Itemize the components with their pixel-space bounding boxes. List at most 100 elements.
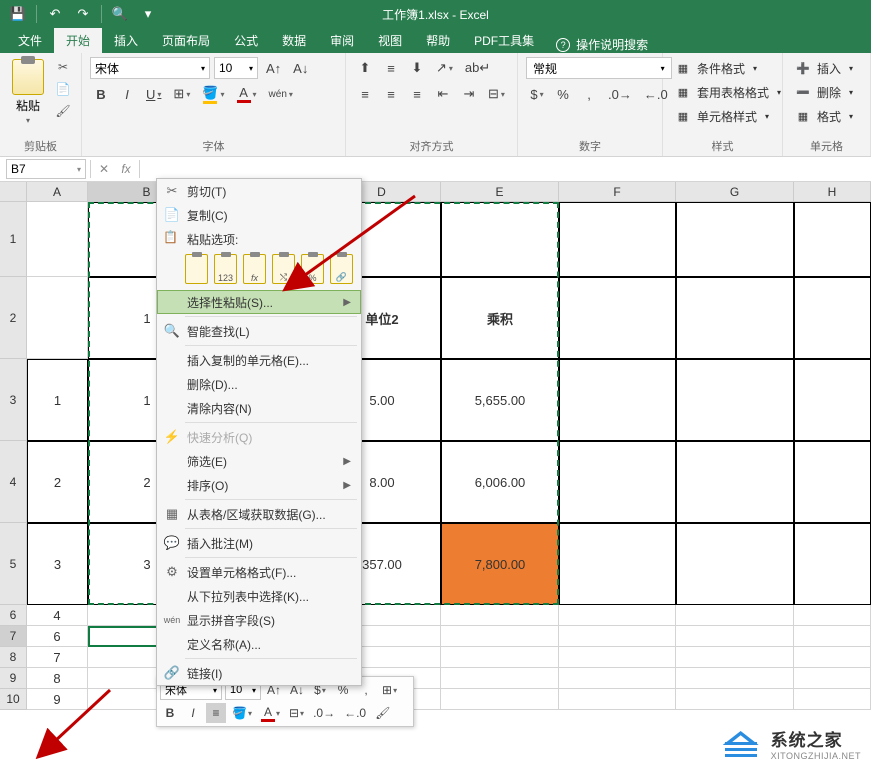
cell[interactable]: 6: [27, 626, 88, 647]
cell[interactable]: [441, 202, 559, 277]
cell[interactable]: [27, 277, 88, 359]
font-size-select[interactable]: 10▾: [214, 57, 258, 79]
cm-insert-copied[interactable]: 插入复制的单元格(E)...: [157, 348, 361, 372]
paste-opt-formulas[interactable]: fx: [243, 254, 266, 284]
mt-fill-color-icon[interactable]: 🪣: [229, 703, 255, 723]
tab-pdf[interactable]: PDF工具集: [462, 28, 546, 53]
tab-data[interactable]: 数据: [270, 28, 318, 53]
tab-formula[interactable]: 公式: [222, 28, 270, 53]
tab-help[interactable]: 帮助: [414, 28, 462, 53]
row-header-2[interactable]: 2: [0, 277, 27, 359]
row-header-6[interactable]: 6: [0, 605, 27, 626]
cell[interactable]: [559, 647, 676, 668]
mt-border-icon[interactable]: ⊞: [379, 680, 400, 700]
redo-icon[interactable]: ↷: [71, 3, 95, 25]
cm-sort[interactable]: 排序(O)▶: [157, 473, 361, 497]
cell[interactable]: [559, 523, 676, 605]
tab-layout[interactable]: 页面布局: [150, 28, 222, 53]
insert-cell-button[interactable]: ➕插入▾: [791, 57, 857, 79]
format-cell-button[interactable]: ▦格式▾: [791, 105, 857, 127]
comma-icon[interactable]: ,: [578, 83, 600, 105]
row-header-10[interactable]: 10: [0, 689, 27, 710]
cell[interactable]: [676, 626, 794, 647]
mt-format-painter-icon[interactable]: 🖌: [372, 703, 393, 723]
border-button[interactable]: ⊞: [169, 83, 194, 105]
name-box[interactable]: B7▾: [6, 159, 86, 179]
row-header-7[interactable]: 7: [0, 626, 27, 647]
cell[interactable]: [559, 202, 676, 277]
cm-paste-special[interactable]: 选择性粘贴(S)...▶: [157, 290, 361, 314]
cm-get-data[interactable]: ▦从表格/区域获取数据(G)...: [157, 502, 361, 526]
align-bottom-icon[interactable]: ⬇: [406, 57, 428, 79]
cell[interactable]: [441, 605, 559, 626]
cell[interactable]: 1: [27, 359, 88, 441]
col-header-H[interactable]: H: [794, 182, 871, 202]
cell[interactable]: 7: [27, 647, 88, 668]
mt-italic-button[interactable]: I: [183, 703, 203, 723]
copy-icon[interactable]: 📄: [52, 79, 74, 99]
cell[interactable]: [559, 359, 676, 441]
cell[interactable]: 3: [27, 523, 88, 605]
fill-color-button[interactable]: 🪣: [198, 83, 228, 105]
cell[interactable]: [676, 647, 794, 668]
align-top-icon[interactable]: ⬆: [354, 57, 376, 79]
cell[interactable]: [676, 668, 794, 689]
increase-font-icon[interactable]: A↑: [262, 57, 285, 79]
cell[interactable]: [676, 202, 794, 277]
merge-icon[interactable]: ⊟: [484, 83, 509, 105]
cut-icon[interactable]: ✂: [52, 57, 74, 77]
row-header-4[interactable]: 4: [0, 441, 27, 523]
save-icon[interactable]: 💾: [6, 3, 30, 25]
cm-cut[interactable]: ✂剪切(T): [157, 179, 361, 203]
italic-button[interactable]: I: [116, 83, 138, 105]
paste-button[interactable]: 粘贴 ▾: [8, 57, 48, 127]
mt-bold-button[interactable]: B: [160, 703, 180, 723]
cell[interactable]: [794, 668, 871, 689]
mt-inc-decimal-icon[interactable]: .0→: [310, 703, 338, 723]
tab-insert[interactable]: 插入: [102, 28, 150, 53]
cell[interactable]: [794, 626, 871, 647]
cell[interactable]: [794, 441, 871, 523]
cell[interactable]: [676, 605, 794, 626]
cm-copy[interactable]: 📄复制(C): [157, 203, 361, 227]
mt-align-center-icon[interactable]: ≡: [206, 703, 226, 723]
paste-opt-all[interactable]: [185, 254, 208, 284]
col-header-G[interactable]: G: [676, 182, 794, 202]
row-header-9[interactable]: 9: [0, 668, 27, 689]
cell[interactable]: [676, 441, 794, 523]
decrease-indent-icon[interactable]: ⇤: [432, 83, 454, 105]
cell[interactable]: [794, 202, 871, 277]
format-table-button[interactable]: ▦套用表格格式▾: [671, 81, 785, 103]
cell[interactable]: [559, 605, 676, 626]
cell[interactable]: 9: [27, 689, 88, 710]
cm-delete[interactable]: 删除(D)...: [157, 372, 361, 396]
tab-file[interactable]: 文件: [6, 28, 54, 53]
cm-filter[interactable]: 筛选(E)▶: [157, 449, 361, 473]
cell[interactable]: 7,800.00: [441, 523, 559, 605]
conditional-format-button[interactable]: ▦条件格式▾: [671, 57, 785, 79]
paste-opt-formatting[interactable]: %: [301, 254, 324, 284]
select-all-corner[interactable]: [0, 182, 27, 202]
cell[interactable]: [676, 359, 794, 441]
font-family-select[interactable]: 宋体▾: [90, 57, 210, 79]
align-middle-icon[interactable]: ≡: [380, 57, 402, 79]
cell[interactable]: [794, 359, 871, 441]
align-left-icon[interactable]: ≡: [354, 83, 376, 105]
increase-decimal-icon[interactable]: .0→: [604, 83, 636, 105]
row-header-8[interactable]: 8: [0, 647, 27, 668]
cm-pick-list[interactable]: 从下拉列表中选择(K)...: [157, 584, 361, 608]
align-right-icon[interactable]: ≡: [406, 83, 428, 105]
cell[interactable]: [559, 689, 676, 710]
preview-icon[interactable]: 🔍: [108, 3, 132, 25]
qat-customize-icon[interactable]: ▾: [136, 3, 160, 25]
mt-dec-decimal-icon[interactable]: ←.0: [341, 703, 369, 723]
cm-define-name[interactable]: 定义名称(A)...: [157, 632, 361, 656]
col-header-E[interactable]: E: [441, 182, 559, 202]
font-color-button[interactable]: A: [233, 83, 261, 105]
cell[interactable]: [559, 441, 676, 523]
sheet[interactable]: ABCDEFGH 12345678910 单位2乘积11125.005,655.…: [0, 182, 871, 771]
phonetic-button[interactable]: wén: [265, 83, 297, 105]
cm-insert-comment[interactable]: 💬插入批注(M): [157, 531, 361, 555]
cell[interactable]: [794, 689, 871, 710]
cell[interactable]: [794, 277, 871, 359]
